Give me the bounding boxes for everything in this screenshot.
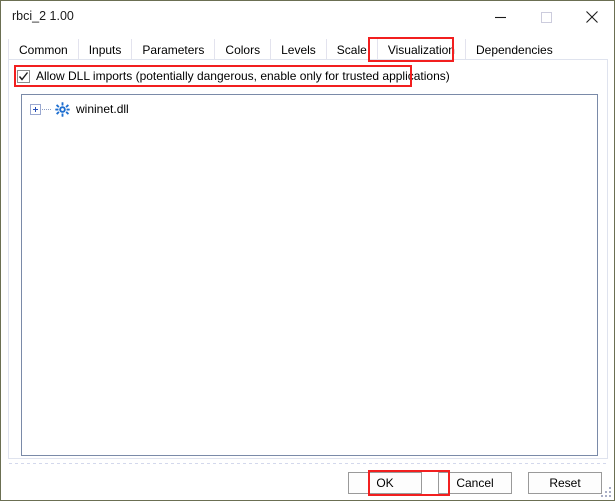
dependencies-listbox[interactable]: wininet.dll	[21, 94, 598, 456]
reset-button[interactable]: Reset	[528, 472, 602, 494]
gear-icon	[54, 101, 70, 117]
tab-common[interactable]: Common	[8, 39, 78, 60]
dialog-button-row: OK Cancel Reset	[348, 472, 602, 494]
window-title: rbci_2 1.00	[12, 9, 74, 23]
tab-scale[interactable]: Scale	[325, 39, 377, 60]
maximize-button[interactable]	[523, 2, 569, 32]
tab-levels[interactable]: Levels	[270, 39, 326, 60]
tab-inputs[interactable]: Inputs	[77, 39, 132, 60]
close-icon	[586, 11, 598, 23]
checkmark-icon	[18, 71, 29, 81]
list-item-label: wininet.dll	[76, 102, 129, 116]
minimize-button[interactable]	[477, 2, 523, 32]
list-item[interactable]: wininet.dll	[22, 100, 597, 118]
window-controls	[477, 2, 614, 32]
footer-separator	[9, 463, 608, 464]
dialog-window: rbci_2 1.00 Common Inputs Parameters Col…	[0, 0, 615, 501]
ok-button[interactable]: OK	[348, 472, 422, 494]
tab-parameters[interactable]: Parameters	[131, 39, 215, 60]
close-button[interactable]	[569, 2, 614, 32]
cancel-button[interactable]: Cancel	[438, 472, 512, 494]
title-bar: rbci_2 1.00	[2, 2, 614, 32]
minimize-icon	[494, 16, 506, 18]
tab-colors[interactable]: Colors	[214, 39, 271, 60]
allow-dll-checkbox[interactable]	[17, 69, 30, 83]
allow-dll-checkbox-row[interactable]: Allow DLL imports (potentially dangerous…	[17, 68, 450, 84]
tab-visualization[interactable]: Visualization	[376, 39, 465, 60]
resize-grip[interactable]	[598, 484, 611, 497]
expand-plus-icon[interactable]	[30, 103, 41, 115]
tab-strip: Common Inputs Parameters Colors Levels S…	[8, 39, 563, 60]
allow-dll-label: Allow DLL imports (potentially dangerous…	[36, 69, 450, 83]
tab-dependencies[interactable]: Dependencies	[464, 39, 563, 60]
tree-connector-line	[42, 108, 51, 110]
maximize-icon	[540, 11, 552, 23]
